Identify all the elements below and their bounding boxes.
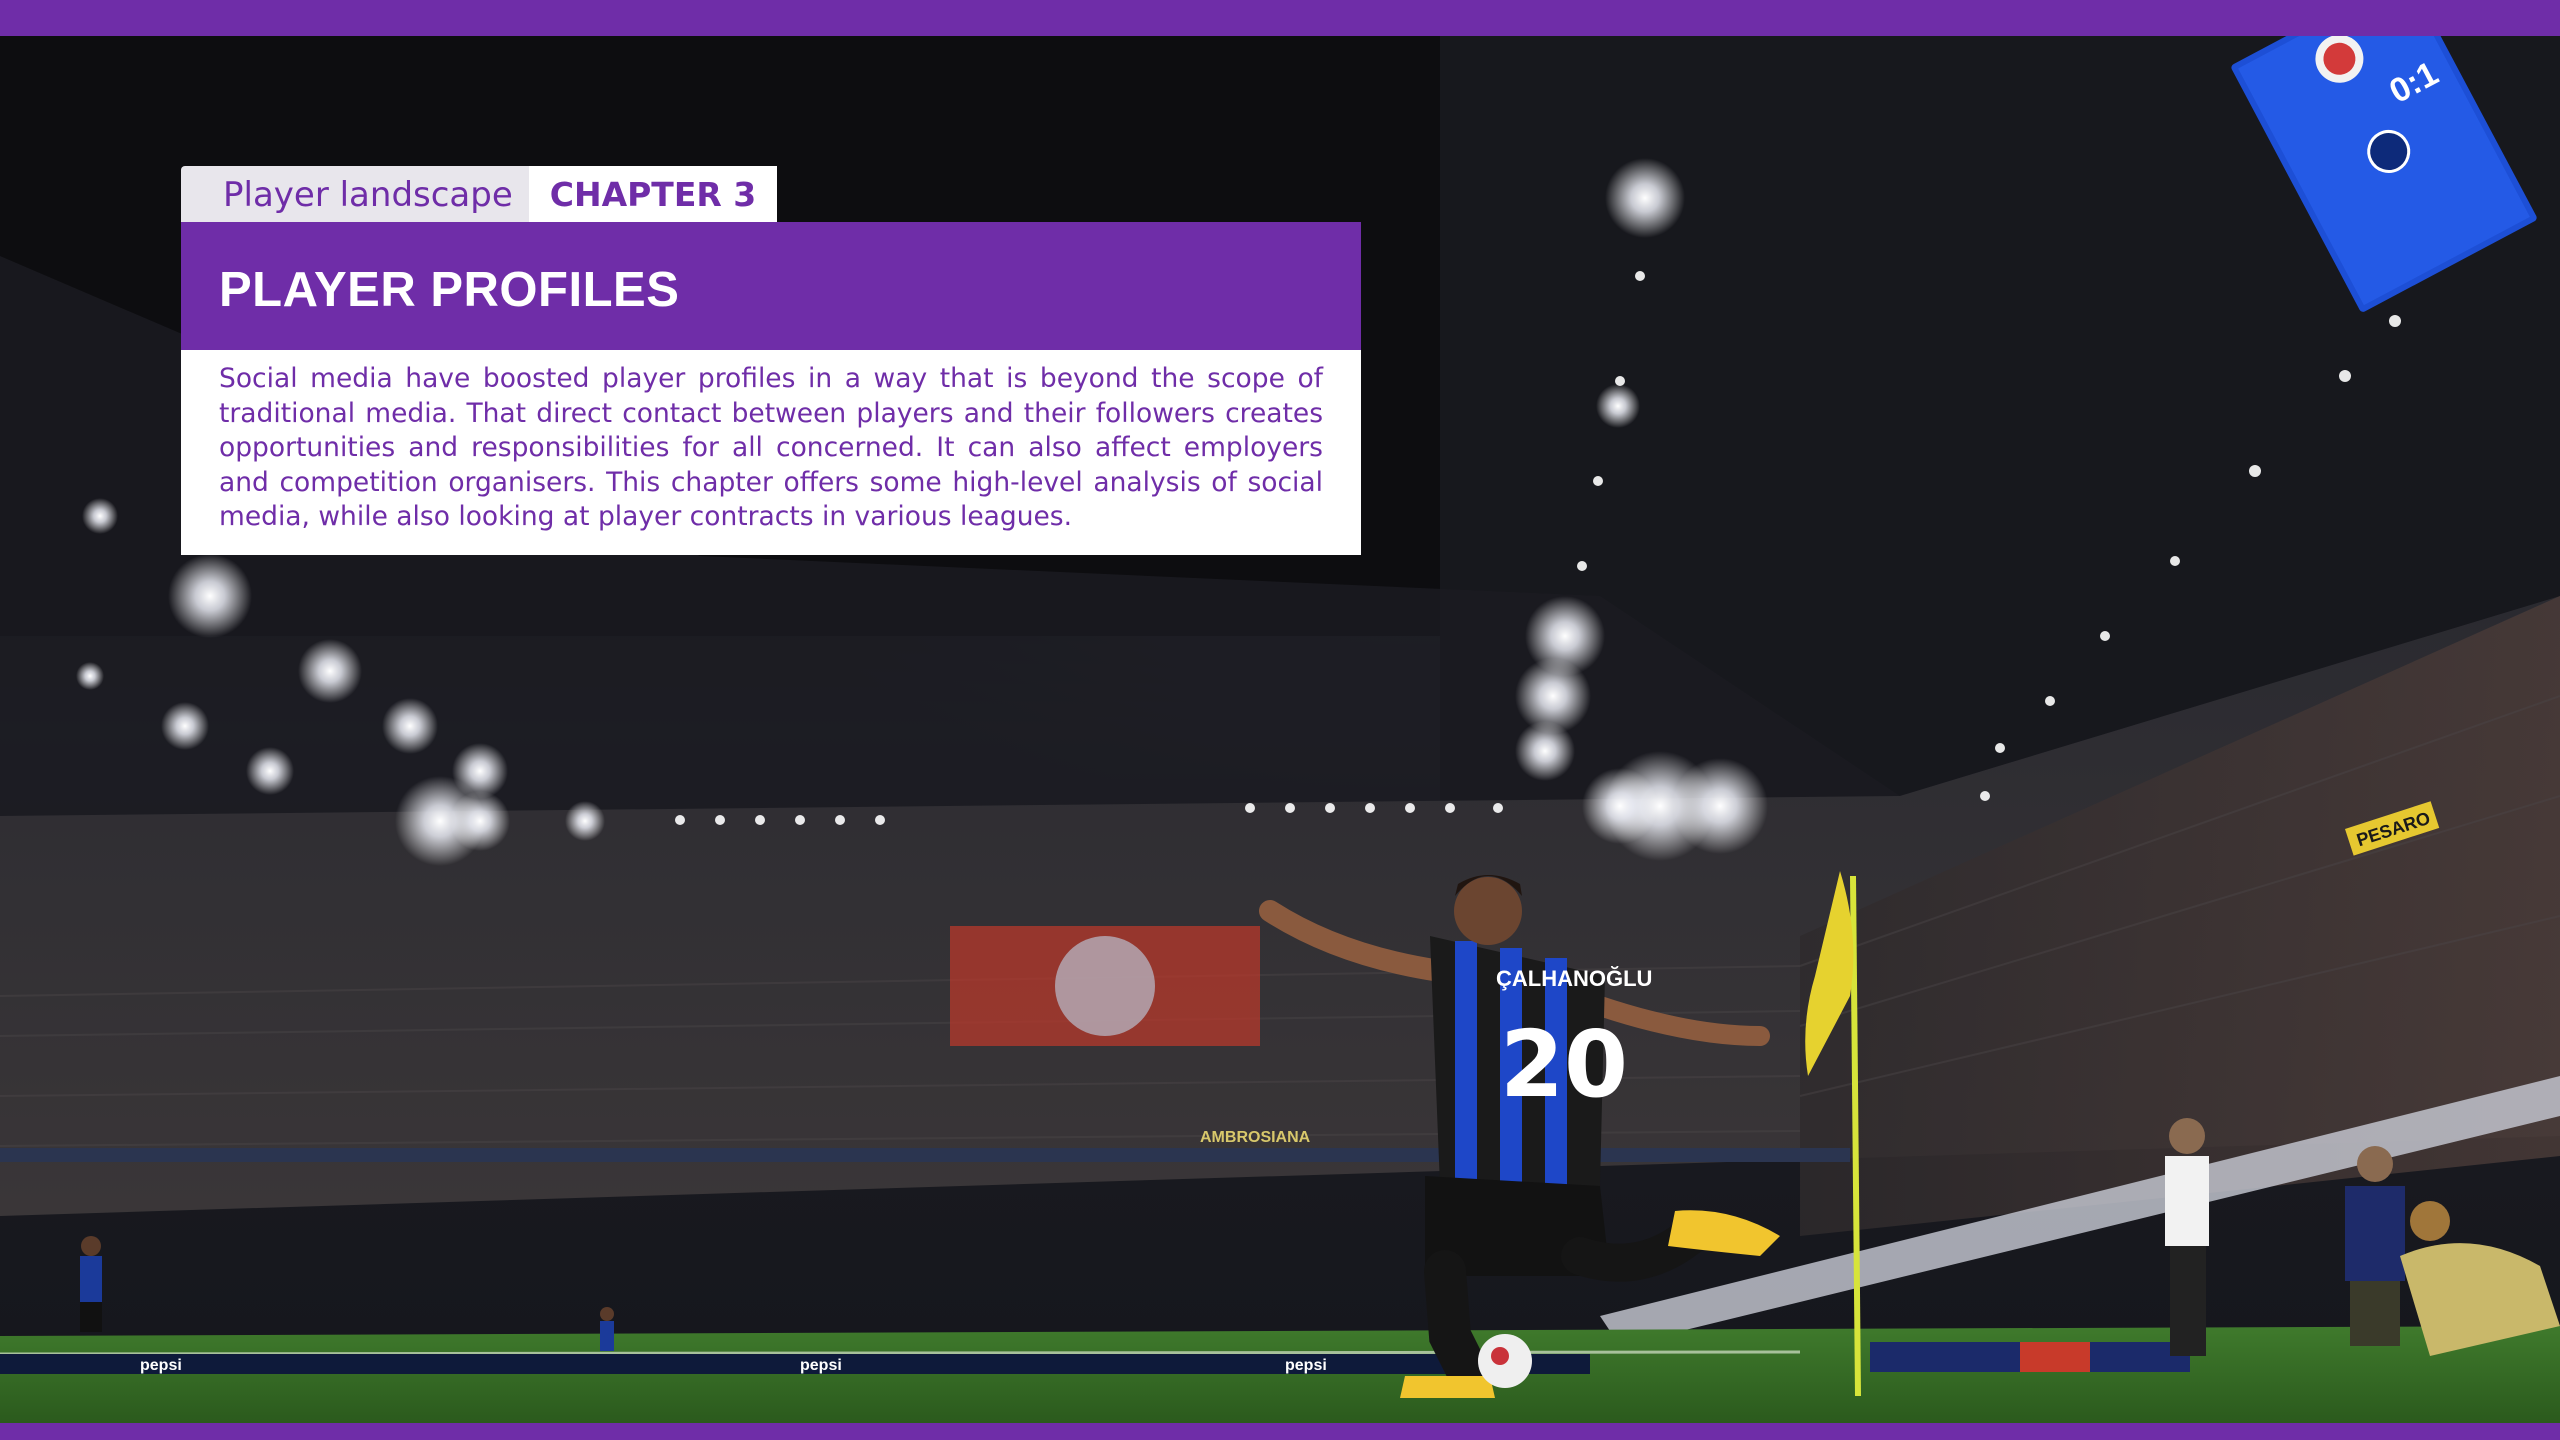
tier-banner: AMBROSIANA <box>1200 1129 1311 1146</box>
player-name: ÇALHANOĞLU <box>1496 966 1652 991</box>
section-title: PLAYER PROFILES <box>219 263 680 317</box>
tab-chapter-3[interactable]: CHAPTER 3 <box>529 166 777 222</box>
board-sponsor-3: pepsi <box>1285 1357 1327 1374</box>
section-title-band: PLAYER PROFILES <box>181 222 1361 350</box>
section-body-text: Social media have boosted player profile… <box>219 363 1323 532</box>
bottom-accent-bar <box>0 1423 2560 1440</box>
slide: 0:1 pepsi pepsi pepsi AMBROSIANA PESARO <box>0 0 2560 1440</box>
tab-player-landscape[interactable]: Player landscape <box>181 166 529 222</box>
chapter-tabs: Player landscape CHAPTER 3 <box>181 166 777 222</box>
section-body-box: Social media have boosted player profile… <box>181 350 1361 555</box>
top-accent-bar <box>0 0 2560 36</box>
board-sponsor-1: pepsi <box>140 1357 182 1374</box>
board-sponsor-2: pepsi <box>800 1357 842 1374</box>
player-number: 20 <box>1500 1011 1628 1118</box>
